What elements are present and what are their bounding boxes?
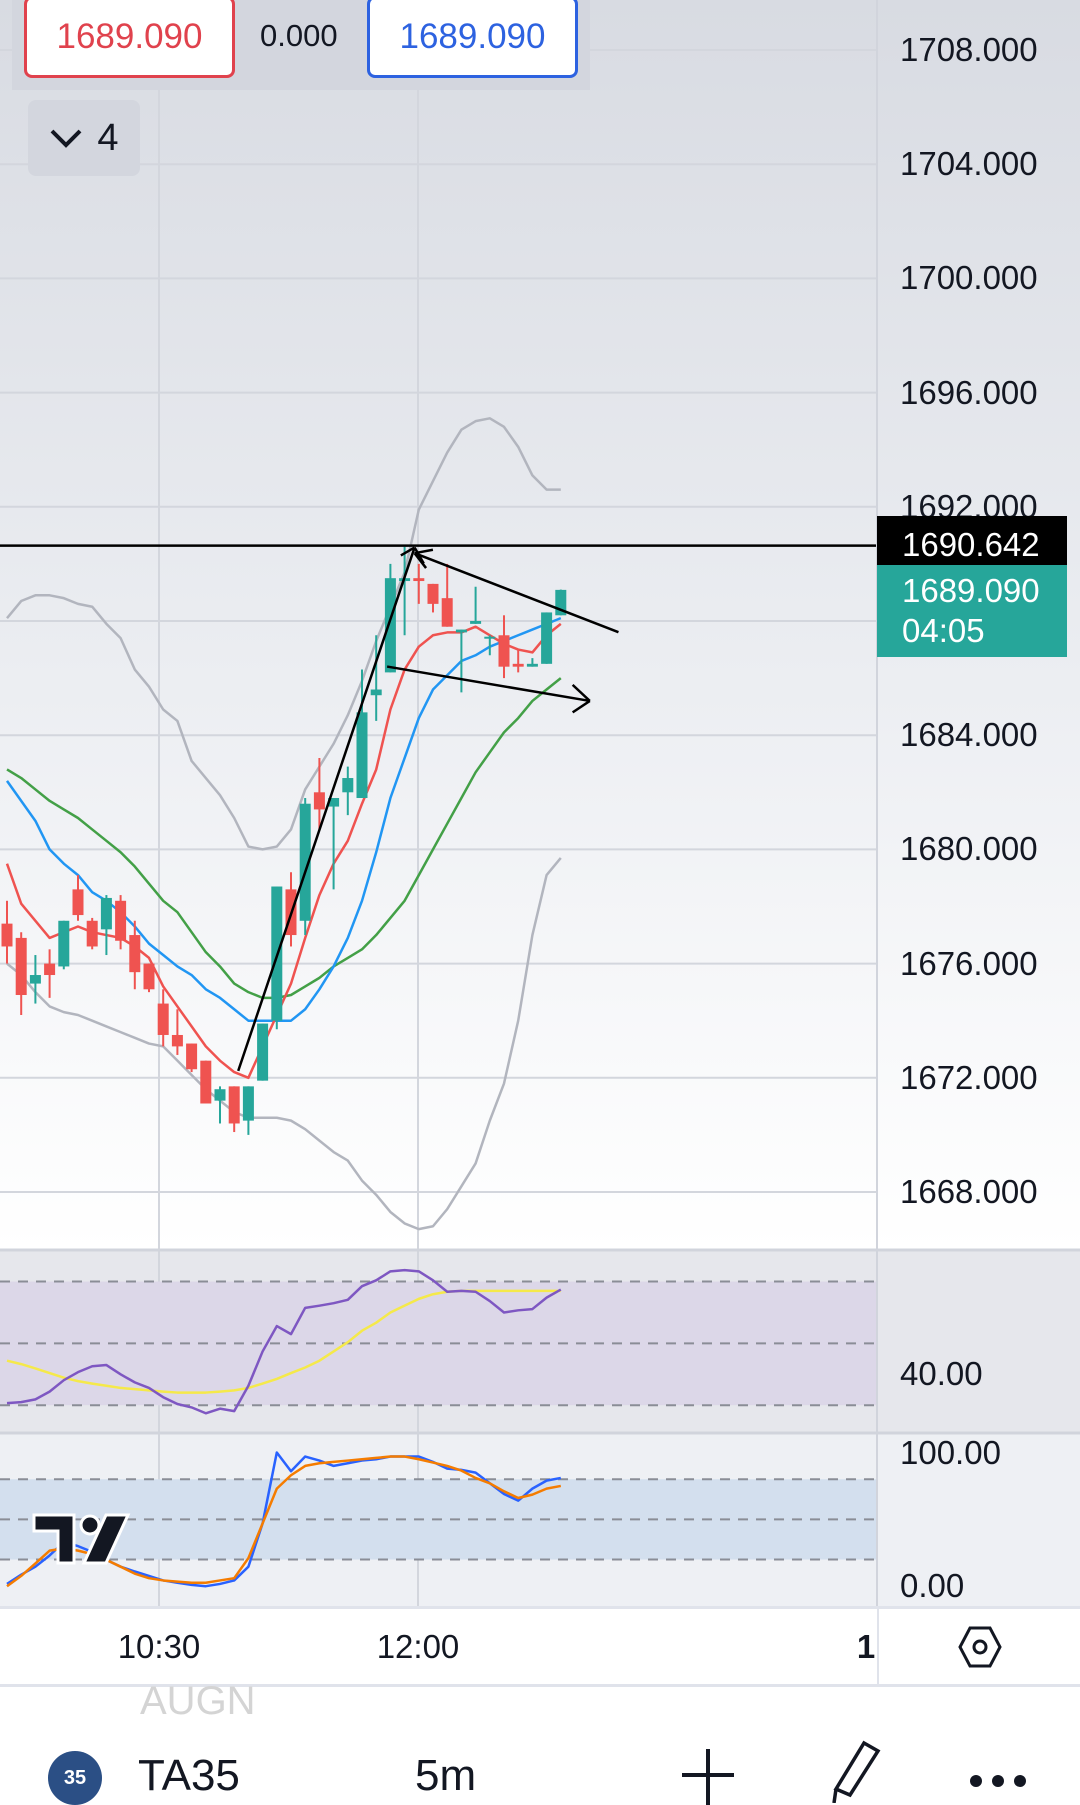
candle-body	[384, 578, 396, 673]
candle-body	[29, 975, 41, 984]
candle-body	[115, 900, 127, 941]
chart-settings-icon[interactable]	[957, 1624, 1003, 1670]
candle-body	[200, 1060, 212, 1104]
candle	[299, 798, 311, 936]
candle-body	[313, 792, 325, 810]
candle-body	[257, 1023, 269, 1081]
candle-body	[129, 935, 141, 973]
candle-body	[143, 963, 155, 990]
candle-body	[427, 583, 439, 604]
price-axis-label: 1676.000	[900, 944, 1038, 982]
candle-body	[44, 963, 56, 976]
rsi-axis-label: 40.00	[900, 1355, 983, 1392]
price-axis-label: 1700.000	[900, 259, 1038, 297]
chevron-down-icon	[51, 129, 82, 148]
candle-body	[370, 689, 382, 696]
candle-body	[72, 889, 84, 916]
candle-body	[470, 621, 482, 624]
last-price: 1689.090	[902, 572, 1040, 609]
candle	[186, 1043, 198, 1073]
candle-body	[455, 629, 467, 633]
candle-body	[526, 663, 538, 667]
candle-body	[157, 1003, 169, 1035]
candle-body	[171, 1034, 183, 1047]
time-axis[interactable]: 10:30 12:00 1	[0, 1606, 1080, 1687]
interval-button[interactable]: 5m	[415, 1751, 476, 1801]
bar-countdown: 04:05	[902, 612, 985, 649]
candle	[143, 963, 155, 993]
price-axis-label: 1680.000	[900, 830, 1038, 868]
ghost-text: AUGN	[140, 1679, 256, 1723]
price-axis-label: 1668.000	[900, 1173, 1038, 1210]
more-icon[interactable]	[968, 1773, 1028, 1789]
candle-body	[498, 635, 510, 667]
price-axis-label: 1708.000	[900, 31, 1038, 68]
axis-divider	[877, 1609, 879, 1684]
price-legend: 1689.090 0.000 1689.090	[12, 0, 590, 90]
price-axis-label: 1704.000	[900, 145, 1038, 183]
candle	[58, 920, 70, 970]
candle-body	[413, 578, 425, 582]
indicators-collapse-button[interactable]: 4	[28, 100, 140, 176]
buy-price-button[interactable]: 1689.090	[367, 0, 578, 78]
candle-body	[100, 897, 112, 930]
last-price-label: 1689.090 04:05	[877, 565, 1067, 657]
stoch-axis-top: 100.00	[900, 1434, 1001, 1471]
candle	[541, 612, 553, 664]
candle-body	[484, 636, 496, 639]
candle-body	[1, 923, 13, 947]
candle-body	[342, 778, 354, 793]
time-label: 10:30	[117, 1627, 201, 1665]
indicator-count: 4	[97, 116, 119, 159]
page-indicator: 1	[856, 1627, 876, 1665]
symbol-button[interactable]: TA35	[138, 1751, 240, 1801]
candle-body	[15, 937, 27, 996]
candle	[200, 1060, 212, 1104]
candle-body	[541, 612, 553, 664]
spread-value: 0.000	[260, 18, 338, 53]
pencil-icon[interactable]	[820, 1737, 886, 1803]
candle-body	[86, 920, 98, 947]
candle-body	[214, 1089, 226, 1101]
plus-icon[interactable]	[680, 1745, 736, 1805]
price-axis-label: 1672.000	[900, 1058, 1038, 1096]
candle-body	[58, 920, 70, 967]
candle-body	[512, 663, 524, 667]
symbol-badge: 35	[48, 1751, 102, 1805]
bottom-toolbar: AUGN 35 TA35 5m	[0, 1679, 1080, 1805]
sell-price-button[interactable]: 1689.090	[24, 0, 235, 78]
candle-body	[186, 1043, 198, 1070]
candle	[86, 917, 98, 950]
candle-body	[441, 598, 453, 627]
price-axis-label: 1684.000	[900, 716, 1038, 754]
candle-body	[228, 1086, 240, 1124]
time-label: 12:00	[376, 1627, 460, 1665]
candle	[257, 1023, 269, 1081]
candle-body	[356, 712, 368, 799]
stoch-axis-bottom: 0.00	[900, 1567, 965, 1604]
price-axis-label: 1696.000	[900, 373, 1038, 411]
candle-body	[242, 1086, 254, 1121]
